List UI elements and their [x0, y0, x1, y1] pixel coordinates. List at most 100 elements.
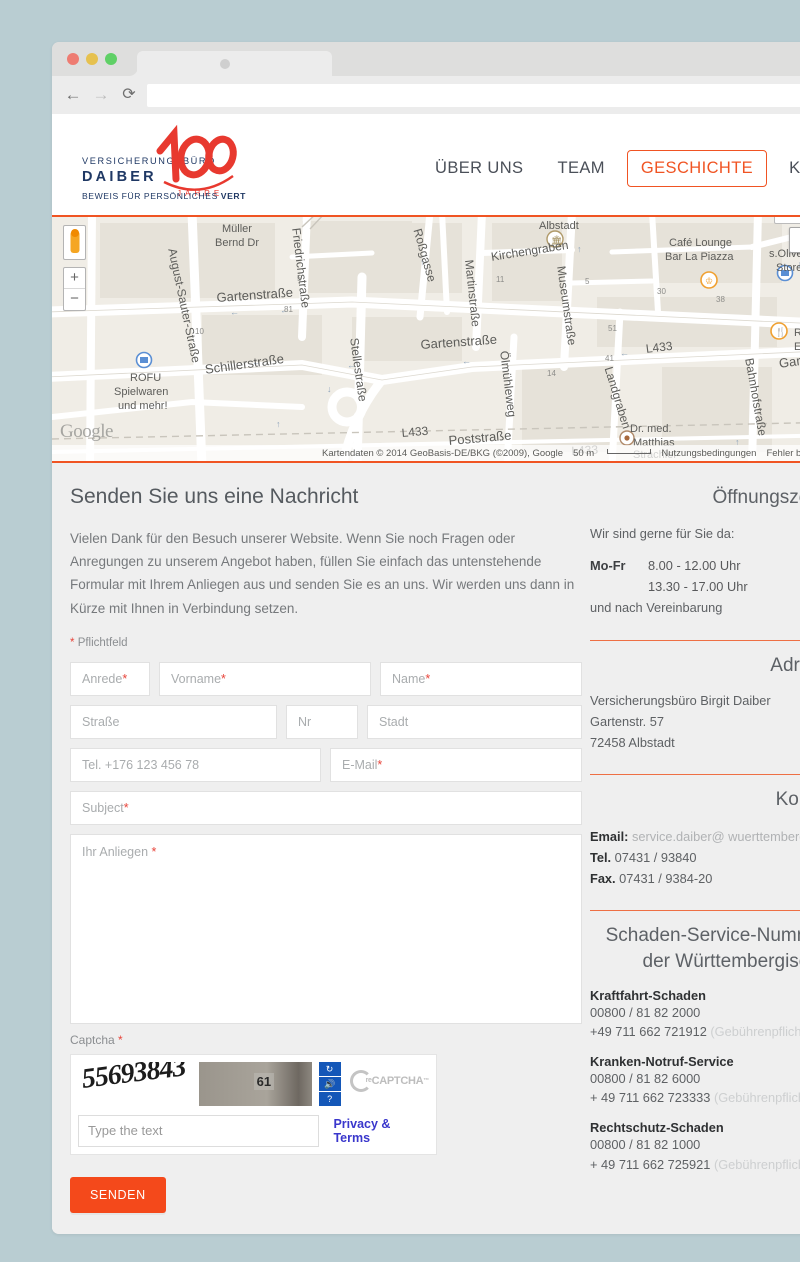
privacy-terms-link[interactable]: Privacy & Terms	[333, 1117, 429, 1145]
vorname-field[interactable]: Vorname *	[159, 661, 371, 696]
strasse-field[interactable]: Straße	[70, 704, 277, 739]
stadt-field[interactable]: Stadt	[367, 704, 582, 739]
vorname-placeholder: Vorname	[171, 671, 222, 686]
address-line-3: 72458 Albstadt	[590, 734, 675, 750]
svg-text:←: ←	[230, 307, 239, 317]
required-asterisk: *	[151, 844, 157, 859]
site-logo[interactable]: VERSICHERUNGSBÜRO DAIBER JAHRE BEWEIS FÜ…	[78, 124, 246, 202]
telephone-field[interactable]: Tel. +176 123 456 78	[70, 747, 321, 782]
map-report-error-link[interactable]: Fehler bei Google	[766, 448, 800, 459]
map-attribution-bar: Kartendaten © 2014 GeoBasis-DE/BKG (©200…	[52, 445, 800, 461]
reload-icon[interactable]: ⟳	[120, 86, 138, 104]
service-paid-number: +49 711 662 721912	[590, 1023, 707, 1039]
required-asterisk: *	[221, 671, 226, 686]
contact-tel-label: Tel.	[590, 850, 612, 866]
required-asterisk: *	[122, 671, 128, 686]
map-scale-bar	[607, 448, 652, 454]
main-navigation: ÜBER UNS TEAM GESCHICHTE KONTAKT	[418, 150, 800, 187]
browser-titlebar	[52, 42, 800, 76]
nav-item-geschichte[interactable]: GESCHICHTE	[626, 150, 768, 187]
svg-text:DAIBER: DAIBER	[82, 169, 157, 185]
contact-email-value[interactable]: service.daiber@ wuerttembergische.de	[632, 829, 800, 844]
back-icon[interactable]: ←	[64, 86, 82, 104]
form-row-name: Anrede * Vorname * Name *	[70, 661, 582, 696]
browser-toolbar: ← → ⟳ ★	[52, 76, 800, 114]
recaptcha-brand-text: CAPTCHA	[371, 1074, 424, 1087]
svg-text:←: ←	[347, 360, 356, 370]
close-window-button[interactable]	[67, 53, 79, 65]
maximize-window-button[interactable]	[105, 53, 117, 65]
message-textarea[interactable]: Ihr Anliegen *	[70, 833, 582, 1024]
form-row-subject: Subject *	[70, 790, 582, 825]
subject-field[interactable]: Subject *	[70, 790, 582, 825]
service-paid-number: + 49 711 662 723333	[590, 1090, 711, 1106]
nr-placeholder: Nr	[298, 714, 312, 729]
forward-icon[interactable]: →	[92, 86, 110, 104]
contact-fax-label: Fax.	[590, 871, 616, 887]
contact-heading: Kontakt	[775, 789, 800, 811]
name-field[interactable]: Name *	[380, 661, 582, 696]
service-item: Rechtschutz-Schaden 00800 / 81 82 1000 +…	[590, 1120, 800, 1173]
location-map[interactable]: ←← ←← ←← ↑↑ ↑↓ ↑↓ ♔ 🍴	[52, 215, 800, 463]
recaptcha-trademark: ™	[423, 1077, 429, 1084]
opening-hours-heading: Öffnungszeiten	[712, 487, 800, 508]
service-free-number: 00800 / 81 82 1000	[590, 1137, 701, 1153]
captcha-word-text: 55693843	[80, 1061, 188, 1095]
submit-button[interactable]: SENDEN	[70, 1176, 166, 1213]
service-title: Kranken-Notruf-Service	[590, 1053, 734, 1069]
svg-text:↑: ↑	[420, 257, 425, 267]
required-asterisk: *	[118, 1032, 123, 1047]
service-paid-row: +49 711 662 721912 (Gebührenpflichtig)	[590, 1022, 800, 1041]
opening-hours-row-1: Mo-Fr 8.00 - 12.00 Uhr	[590, 556, 800, 577]
section-divider	[590, 639, 800, 641]
map-zoom-in-button[interactable]: +	[64, 268, 85, 289]
contact-tel-row: Tel. 07431 / 93840	[590, 847, 800, 868]
nr-field[interactable]: Nr	[286, 704, 358, 739]
svg-text:←: ←	[252, 357, 261, 367]
captcha-house-number: 61	[253, 1072, 275, 1090]
map-zoom-control[interactable]: + −	[63, 267, 86, 311]
message-placeholder: Ihr Anliegen	[82, 844, 149, 859]
recaptcha-widget: 55693843 61 ↻ 🔊 ? re CAPTCHA ™ Type the …	[70, 1053, 437, 1155]
minimize-window-button[interactable]	[86, 53, 98, 65]
address-bar[interactable]: ★	[147, 84, 800, 107]
contact-fax-row: Fax. 07431 / 9384-20	[590, 868, 800, 889]
opening-hours-row-2: 13.30 - 17.00 Uhr	[590, 577, 800, 598]
svg-text:BEWEIS FÜR PERSÖNLICHES VERTRA: BEWEIS FÜR PERSÖNLICHES VERTRAUEN	[82, 191, 246, 201]
browser-tab[interactable]	[137, 51, 332, 76]
required-field-note: * Pflichtfeld	[70, 637, 582, 649]
captcha-help-icon[interactable]: ?	[318, 1091, 341, 1106]
opening-hours-day-spacer	[590, 577, 648, 598]
site-header: VERSICHERUNGSBÜRO DAIBER JAHRE BEWEIS FÜ…	[52, 114, 800, 215]
service-paid-note: (Gebührenpflichtig)	[710, 1023, 800, 1039]
nav-item-kontakt[interactable]: KONTAKT	[772, 159, 800, 178]
map-zoom-out-button[interactable]: −	[64, 289, 85, 310]
anrede-placeholder: Anrede	[82, 671, 123, 686]
captcha-audio-icon[interactable]: 🔊	[318, 1076, 341, 1091]
service-paid-note: (Gebührenpflichtig)	[713, 1156, 800, 1172]
browser-window: ← → ⟳ ★ VERSICHERUNGSBÜRO DAIBER JAHRE	[52, 42, 800, 1234]
email-field[interactable]: E-Mail *	[330, 747, 582, 782]
svg-text:↓: ↓	[327, 384, 332, 394]
captcha-input[interactable]: Type the text	[78, 1114, 320, 1147]
intro-text: Vielen Dank für den Besuch unserer Websi…	[70, 531, 575, 616]
map-terms-link[interactable]: Nutzungsbedingungen	[661, 448, 756, 459]
svg-text:🍴: 🍴	[775, 326, 786, 338]
window-controls[interactable]	[67, 53, 117, 65]
nav-item-team[interactable]: TEAM	[540, 159, 621, 178]
opening-hours-day: Mo-Fr	[590, 558, 626, 574]
captcha-refresh-icon[interactable]: ↻	[318, 1061, 341, 1076]
contact-email-label: Email:	[590, 828, 629, 844]
svg-text:←: ←	[280, 305, 289, 315]
map-type-button[interactable]: Karte	[789, 227, 800, 253]
service-paid-row: + 49 711 662 725921 (Gebührenpflichtig)	[590, 1155, 800, 1174]
service-item: Kraftfahrt-Schaden 00800 / 81 82 2000 +4…	[590, 988, 800, 1041]
map-type-secondary-button[interactable]	[774, 217, 800, 224]
street-view-pegman-icon[interactable]	[63, 225, 86, 260]
name-placeholder: Name	[392, 671, 426, 686]
service-heading-line-1: Schaden-Service-Nummern	[605, 925, 800, 947]
anrede-field[interactable]: Anrede *	[70, 661, 150, 696]
nav-item-ueber-uns[interactable]: ÜBER UNS	[418, 159, 540, 178]
svg-text:↑: ↑	[577, 244, 582, 254]
svg-text:🏛: 🏛	[551, 235, 562, 245]
